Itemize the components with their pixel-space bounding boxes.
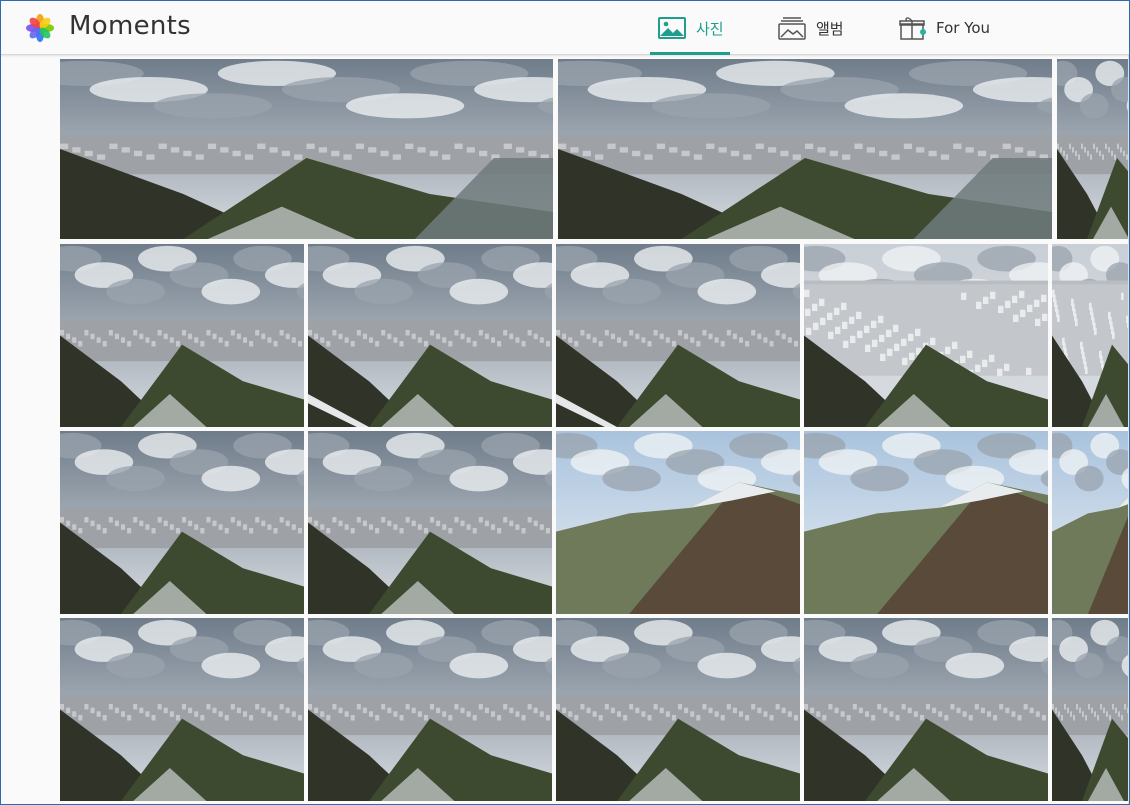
- photo-thumbnail[interactable]: [556, 618, 800, 801]
- scrollbar[interactable]: [1128, 55, 1129, 804]
- photo-thumbnail[interactable]: [60, 59, 553, 239]
- album-stack-icon: [778, 16, 806, 40]
- photo-thumbnail[interactable]: [308, 244, 552, 427]
- photos-flower-icon: [25, 13, 55, 43]
- top-bar: Moments 사진 앨범 For You: [1, 1, 1129, 55]
- photo-thumbnail[interactable]: [804, 244, 1048, 427]
- photo-thumbnail[interactable]: [804, 618, 1048, 801]
- photo-grid[interactable]: [60, 59, 1129, 804]
- photo-thumbnail[interactable]: [804, 431, 1048, 614]
- tab-photos-label: 사진: [696, 19, 724, 38]
- photo-thumbnail[interactable]: [60, 431, 304, 614]
- photo-thumbnail[interactable]: [1057, 59, 1129, 239]
- app-window: Moments 사진 앨범 For You: [0, 0, 1130, 805]
- photo-thumbnail[interactable]: [556, 244, 800, 427]
- photo-thumbnail[interactable]: [558, 59, 1052, 239]
- tab-albums-label: 앨범: [816, 19, 844, 38]
- photo-thumbnail[interactable]: [1052, 431, 1129, 614]
- tab-for-you[interactable]: For You: [898, 1, 1008, 55]
- photo-thumbnail[interactable]: [60, 244, 304, 427]
- gift-icon: [898, 16, 926, 40]
- page-title: Moments: [69, 11, 191, 41]
- photo-thumbnail[interactable]: [1052, 618, 1129, 801]
- photo-thumbnail[interactable]: [308, 618, 552, 801]
- photo-icon: [658, 16, 686, 40]
- photo-thumbnail[interactable]: [556, 431, 800, 614]
- tab-photos[interactable]: 사진: [650, 1, 730, 55]
- photo-thumbnail[interactable]: [60, 618, 304, 801]
- tab-for-you-label: For You: [936, 19, 991, 37]
- photo-thumbnail[interactable]: [308, 431, 552, 614]
- notification-dot: [920, 29, 926, 35]
- tab-albums[interactable]: 앨범: [778, 1, 858, 55]
- photo-thumbnail[interactable]: [1052, 244, 1129, 427]
